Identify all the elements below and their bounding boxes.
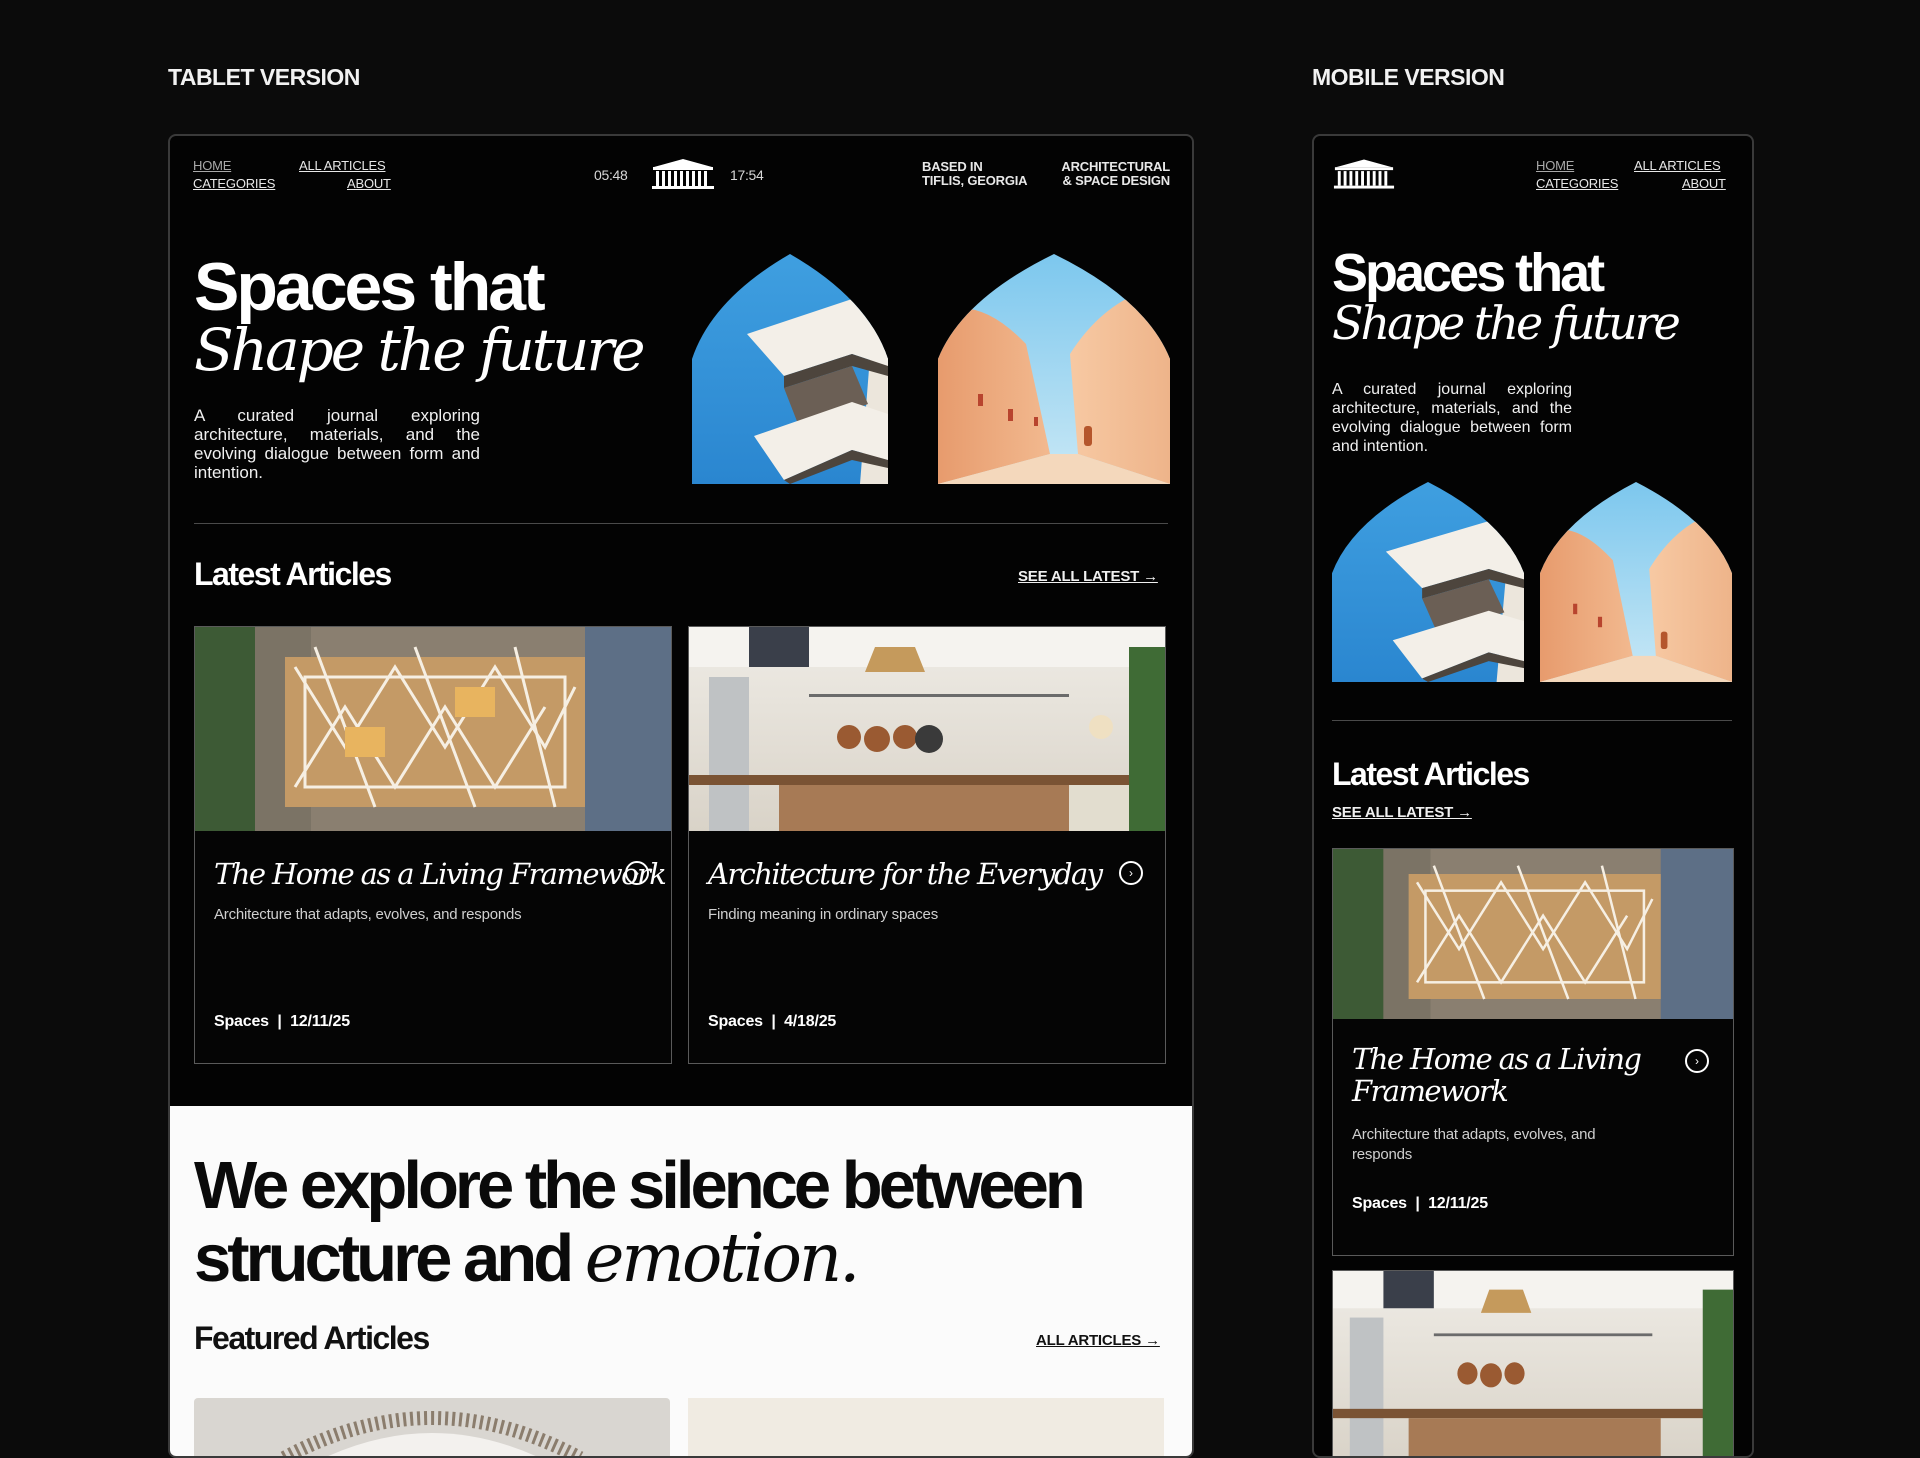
- hero-description: A curated journal exploring architecture…: [194, 406, 480, 482]
- see-all-latest-link[interactable]: SEE ALL LATEST →: [1332, 804, 1472, 821]
- article-card[interactable]: The Home as a Living Framework › Archite…: [1332, 848, 1734, 1256]
- arch-image-courtyard: [1540, 482, 1732, 682]
- mobile-frame: HOME ALL ARTICLES CATEGORIES ABOUT Space…: [1312, 134, 1754, 1458]
- nav-all-articles[interactable]: ALL ARTICLES: [299, 158, 386, 173]
- time-right: 17:54: [730, 167, 764, 183]
- latest-articles-heading: Latest Articles: [194, 556, 392, 592]
- hero-title-line2: Shape the future: [1332, 296, 1681, 350]
- mobile-version-label: MOBILE VERSION: [1312, 64, 1505, 90]
- hero-divider: [1332, 720, 1732, 721]
- location-text: BASED IN TIFLIS, GEORGIA: [922, 159, 1028, 188]
- featured-card-image[interactable]: [688, 1398, 1164, 1456]
- arrow-circle-icon[interactable]: ›: [1119, 861, 1143, 885]
- temple-icon[interactable]: [1332, 158, 1396, 190]
- time-left: 05:48: [594, 167, 628, 183]
- hero-title-line1: Spaces that: [1332, 243, 1605, 303]
- discipline-text: ARCHITECTURAL & SPACE DESIGN: [1061, 159, 1170, 188]
- article-meta: Spaces | 4/18/25: [708, 1013, 837, 1030]
- article-image-kitchen: [1333, 1271, 1733, 1456]
- article-subtitle: Architecture that adapts, evolves, and r…: [214, 906, 522, 923]
- nav-about[interactable]: ABOUT: [347, 176, 391, 191]
- arrow-circle-icon[interactable]: ›: [1685, 1049, 1709, 1073]
- arrow-circle-icon[interactable]: ›: [625, 861, 649, 885]
- hero-divider: [194, 523, 1168, 524]
- article-meta: Spaces | 12/11/25: [1352, 1195, 1488, 1212]
- hero-title-line1: Spaces that: [194, 249, 546, 325]
- article-image-framework: [195, 627, 671, 831]
- featured-card-image[interactable]: [194, 1398, 670, 1456]
- hero-description: A curated journal exploring architecture…: [1332, 381, 1572, 455]
- see-all-latest-link[interactable]: SEE ALL LATEST →: [1018, 568, 1158, 585]
- article-card[interactable]: [1332, 1270, 1734, 1456]
- article-card[interactable]: Architecture for the Everyday › Finding …: [688, 626, 1166, 1064]
- nav-home[interactable]: HOME: [1536, 158, 1574, 173]
- article-image-kitchen: [689, 627, 1165, 831]
- all-articles-link[interactable]: ALL ARTICLES →: [1036, 1332, 1160, 1349]
- statement-section: We explore the silence between structure…: [170, 1106, 1192, 1456]
- article-title[interactable]: Architecture for the Everyday: [708, 857, 1103, 891]
- arch-image-balconies: [1332, 482, 1524, 682]
- article-image-framework: [1333, 849, 1733, 1019]
- tablet-frame: HOME ALL ARTICLES CATEGORIES ABOUT 05:48…: [168, 134, 1194, 1458]
- arch-image-courtyard: [938, 254, 1170, 484]
- nav-categories[interactable]: CATEGORIES: [1536, 176, 1618, 191]
- featured-articles-heading: Featured Articles: [194, 1320, 430, 1356]
- article-card[interactable]: The Home as a Living Framework › Archite…: [194, 626, 672, 1064]
- nav-categories[interactable]: CATEGORIES: [193, 176, 275, 191]
- arch-image-balconies: [692, 254, 888, 484]
- article-meta: Spaces | 12/11/25: [214, 1013, 350, 1030]
- temple-icon[interactable]: [650, 158, 716, 190]
- statement-text: We explore the silence between structure…: [194, 1148, 1086, 1297]
- article-title[interactable]: The Home as a Living Framework: [1352, 1043, 1642, 1107]
- nav-all-articles[interactable]: ALL ARTICLES: [1634, 158, 1721, 173]
- hero-title-line2: Shape the future: [194, 316, 646, 384]
- article-title[interactable]: The Home as a Living Framework: [214, 857, 667, 891]
- nav-about[interactable]: ABOUT: [1682, 176, 1726, 191]
- tablet-version-label: TABLET VERSION: [168, 64, 360, 90]
- article-subtitle: Architecture that adapts, evolves, and r…: [1352, 1126, 1596, 1163]
- latest-articles-heading: Latest Articles: [1332, 756, 1530, 792]
- nav-home[interactable]: HOME: [193, 158, 231, 173]
- article-subtitle: Finding meaning in ordinary spaces: [708, 906, 938, 923]
